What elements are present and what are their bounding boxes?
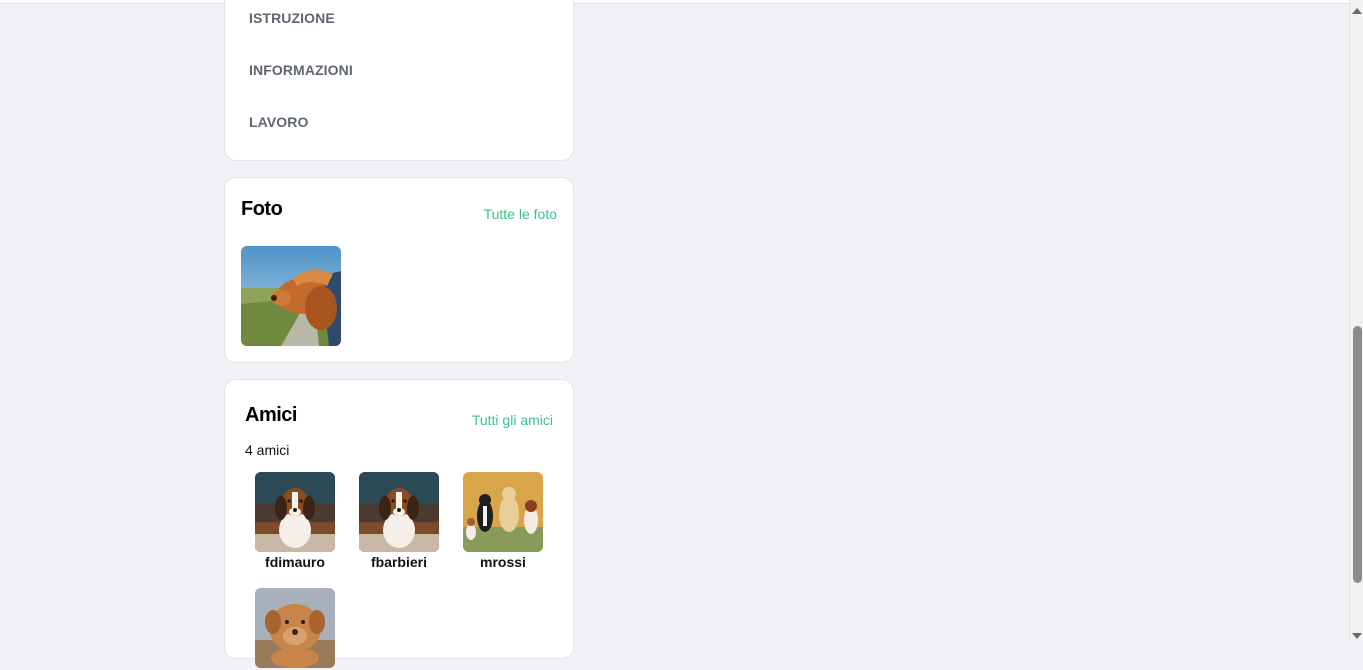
friend-item[interactable]: mrossi (451, 472, 555, 570)
beagle-puppy-photo (359, 472, 439, 552)
profile-info-menu-card: ISTRUZIONE INFORMAZIONI LAVORO (224, 0, 574, 161)
friend-avatar[interactable] (255, 472, 335, 552)
menu-item-lavoro[interactable]: LAVORO (249, 114, 308, 130)
dog-in-car-photo (241, 246, 341, 346)
menu-item-informazioni[interactable]: INFORMAZIONI (249, 62, 353, 78)
group-of-dogs-photo (463, 472, 543, 552)
all-friends-link[interactable]: Tutti gli amici (472, 412, 553, 428)
friend-name[interactable]: fdimauro (243, 554, 347, 570)
vertical-scrollbar[interactable] (1349, 0, 1363, 643)
all-photos-link[interactable]: Tutte le foto (484, 206, 557, 222)
top-border (0, 0, 1349, 4)
scroll-up-arrow-icon[interactable] (1352, 8, 1362, 14)
friend-name[interactable]: mrossi (451, 554, 555, 570)
photos-card: Foto Tutte le foto (224, 177, 574, 363)
menu-item-istruzione[interactable]: ISTRUZIONE (249, 10, 335, 26)
photos-title: Foto (241, 198, 283, 220)
scrollbar-thumb[interactable] (1353, 326, 1362, 583)
friend-item[interactable] (243, 588, 347, 670)
friends-count: 4 amici (245, 442, 290, 458)
scroll-down-arrow-icon[interactable] (1352, 633, 1362, 639)
friends-card: Amici Tutti gli amici 4 amici fdimauro f… (224, 379, 574, 668)
photo-thumbnail[interactable] (241, 246, 341, 346)
mastiff-puppy-photo (255, 588, 335, 668)
friend-avatar[interactable] (255, 588, 335, 668)
friend-avatar[interactable] (359, 472, 439, 552)
friend-name[interactable]: fbarbieri (347, 554, 451, 570)
friend-avatar[interactable] (463, 472, 543, 552)
beagle-puppy-photo (255, 472, 335, 552)
friends-title: Amici (245, 404, 297, 426)
friend-item[interactable]: fdimauro (243, 472, 347, 570)
friend-item[interactable]: fbarbieri (347, 472, 451, 570)
